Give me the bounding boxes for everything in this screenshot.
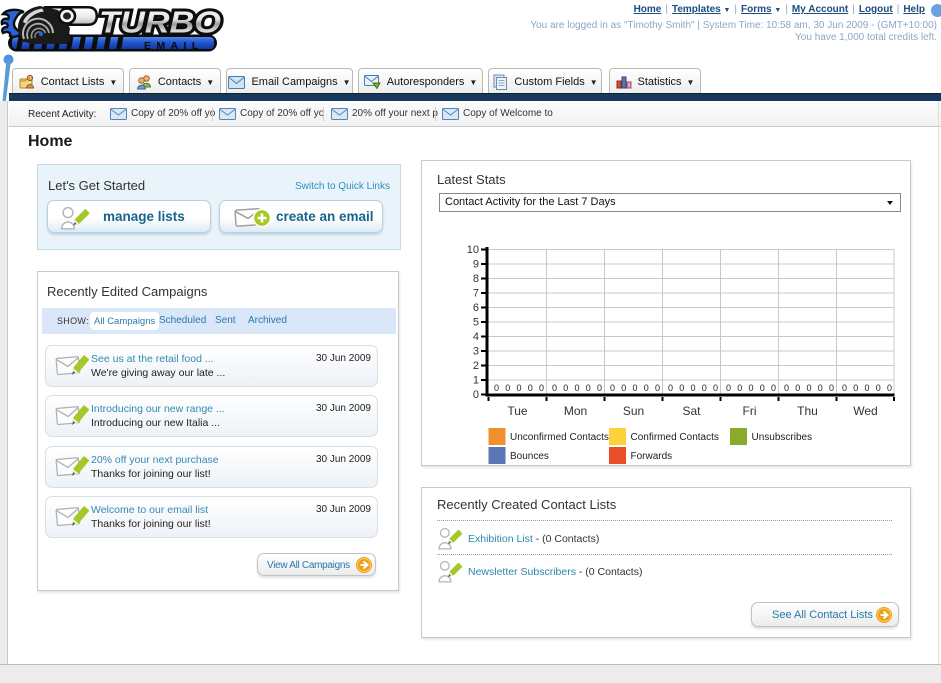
- svg-text:EMAIL: EMAIL: [144, 40, 204, 52]
- svg-text:6: 6: [473, 302, 479, 314]
- svg-text:Bounces: Bounces: [510, 451, 549, 462]
- svg-text:Tue: Tue: [507, 404, 528, 418]
- svg-text:0: 0: [818, 383, 823, 393]
- svg-text:0: 0: [552, 383, 557, 393]
- svg-text:Unsubscribes: Unsubscribes: [752, 432, 813, 443]
- svg-text:0: 0: [784, 383, 789, 393]
- svg-text:7: 7: [473, 288, 479, 300]
- svg-text:0: 0: [737, 383, 742, 393]
- svg-text:3: 3: [473, 346, 479, 358]
- svg-text:Confirmed Contacts: Confirmed Contacts: [631, 432, 719, 443]
- svg-text:0: 0: [528, 383, 533, 393]
- svg-text:0: 0: [853, 383, 858, 393]
- svg-text:0: 0: [539, 383, 544, 393]
- svg-text:Forwards: Forwards: [631, 451, 673, 462]
- svg-text:Fri: Fri: [743, 404, 757, 418]
- svg-text:0: 0: [887, 383, 892, 393]
- svg-text:0: 0: [760, 383, 765, 393]
- svg-text:0: 0: [842, 383, 847, 393]
- svg-text:0: 0: [574, 383, 579, 393]
- svg-text:0: 0: [644, 383, 649, 393]
- svg-text:Sun: Sun: [623, 404, 644, 418]
- svg-text:0: 0: [679, 383, 684, 393]
- svg-text:8: 8: [473, 273, 479, 285]
- svg-text:0: 0: [771, 383, 776, 393]
- svg-text:0: 0: [632, 383, 637, 393]
- svg-text:0: 0: [505, 383, 510, 393]
- svg-text:0: 0: [473, 389, 479, 401]
- svg-text:5: 5: [473, 317, 479, 329]
- svg-text:0: 0: [563, 383, 568, 393]
- svg-text:2: 2: [473, 360, 479, 372]
- svg-text:0: 0: [876, 383, 881, 393]
- svg-text:0: 0: [597, 383, 602, 393]
- svg-text:Unconfirmed Contacts: Unconfirmed Contacts: [510, 432, 609, 443]
- svg-text:0: 0: [690, 383, 695, 393]
- svg-text:Mon: Mon: [564, 404, 587, 418]
- svg-text:0: 0: [494, 383, 499, 393]
- svg-text:0: 0: [586, 383, 591, 393]
- svg-text:1: 1: [473, 375, 479, 387]
- svg-text:Sat: Sat: [682, 404, 701, 418]
- svg-text:4: 4: [473, 331, 479, 343]
- svg-text:Thu: Thu: [797, 404, 818, 418]
- svg-text:10: 10: [467, 244, 479, 256]
- svg-text:0: 0: [713, 383, 718, 393]
- svg-text:0: 0: [806, 383, 811, 393]
- svg-text:0: 0: [829, 383, 834, 393]
- svg-text:0: 0: [702, 383, 707, 393]
- svg-text:0: 0: [668, 383, 673, 393]
- svg-text:Wed: Wed: [853, 404, 877, 418]
- svg-text:9: 9: [473, 259, 479, 271]
- svg-text:0: 0: [621, 383, 626, 393]
- svg-text:0: 0: [655, 383, 660, 393]
- svg-text:0: 0: [610, 383, 615, 393]
- svg-text:0: 0: [748, 383, 753, 393]
- svg-text:TURBO: TURBO: [99, 5, 221, 40]
- svg-text:0: 0: [726, 383, 731, 393]
- svg-text:0: 0: [516, 383, 521, 393]
- svg-text:0: 0: [795, 383, 800, 393]
- svg-text:0: 0: [864, 383, 869, 393]
